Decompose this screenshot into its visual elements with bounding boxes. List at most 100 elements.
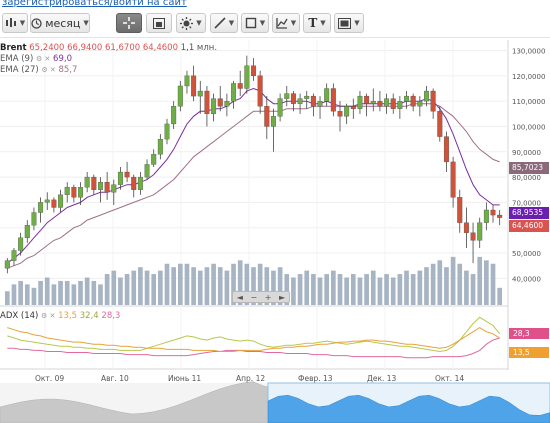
volume-bar [344,277,349,305]
candle-down [290,93,296,104]
indicators-button[interactable]: ▼ [176,13,206,33]
candle-down [204,90,210,114]
candle-up [357,95,363,109]
volume-bar [317,277,323,305]
candle-up [18,237,24,251]
volume-bar [177,263,183,305]
navigator[interactable] [0,381,550,423]
volume-bar [397,274,403,305]
volume-bar [390,277,396,305]
candle-down [124,171,130,178]
adx-controls-icon[interactable]: ⚙ ✕ [41,312,55,320]
ema27-controls-icon[interactable]: ⚙ ✕ [41,66,55,74]
candle-down [443,136,449,163]
pan-zoom-control[interactable]: ◄ − + ► [232,291,290,303]
volume-bar [131,270,137,305]
candle-down [310,95,316,107]
candle-down [364,95,370,104]
period-label: месяц [45,16,81,30]
candle-up [404,95,410,102]
volume-bar [291,277,296,305]
draw-line-button[interactable]: ▼ [210,13,238,33]
login-link[interactable]: зарегистрироваться/войти на сайт [2,0,187,8]
volume-bar [430,263,436,305]
volume-bar [31,287,37,305]
price-tick-label: 50,0000 [512,250,541,258]
candle-up [270,116,276,127]
volume-bar [364,274,369,305]
candle-up [117,171,123,185]
candle-down [470,232,476,241]
zoom-out-icon[interactable]: − [251,293,258,302]
candle-down [257,75,263,107]
chart-type-button[interactable]: ▼ [2,13,28,33]
volume-bar [51,284,57,305]
volume-bar [58,280,63,305]
candle-down [251,65,256,76]
minus-di-tag: 28,3 [509,328,549,339]
volume-bar [24,284,30,305]
screen-layout-button[interactable]: ▼ [334,13,364,33]
candle-down [450,161,456,198]
candle-up [64,187,70,195]
chart-tools-button[interactable]: ▼ [272,13,300,33]
volume-bar [158,270,163,305]
candle-up [84,176,90,188]
chart-tools-icon [276,18,288,29]
draw-line-icon [214,17,226,29]
candle-down [377,101,383,107]
period-selector[interactable]: месяц ▼ [30,13,90,33]
volume-bar [144,270,150,305]
shape-icon [245,17,256,29]
volume-bar [331,270,336,305]
volume-bar [44,277,50,305]
x-label: Окт. 09 [35,374,65,383]
volume-bar [84,277,90,305]
candle-down [430,90,436,112]
crosshair-button[interactable] [116,13,142,33]
ema27-value: 85,7 [58,65,78,75]
price-chart[interactable]: 130,0000 120,0000 110,0000 100,0000 90,0000 8… [0,38,550,423]
candle-up [157,138,163,155]
price-tick-label: 120,0000 [512,73,545,81]
candle-up [224,101,230,107]
shape-button[interactable]: ▼ [241,13,269,33]
volume-bar [417,270,423,305]
candle-down [463,222,469,233]
volume-bar [470,274,476,305]
scroll-left-icon[interactable]: ◄ [237,293,243,302]
high-value: 66,9400 [67,43,103,53]
adx-lines [7,316,501,359]
screen-layout-icon [338,17,352,29]
bar-style-button[interactable] [146,13,172,33]
text-button[interactable]: T ▼ [303,13,331,33]
symbol-name: Brent [0,43,27,53]
price-tick-label: 130,0000 [512,48,545,56]
ema9-controls-icon[interactable]: ⚙ ✕ [36,55,50,63]
candle-up [164,123,170,140]
volume-bar [171,267,176,305]
candle-up [277,98,283,117]
zoom-in-icon[interactable]: + [265,293,272,302]
volume-bar [217,267,223,305]
candle-down [390,98,396,109]
candle-up [297,98,303,104]
volume-bar [497,287,503,305]
volume-bar [437,260,443,305]
close-value: 64,4600 [142,43,178,53]
clock-icon [31,17,42,29]
ema9-label: EMA (9) [0,54,34,64]
candle-down [104,182,110,193]
scroll-right-icon[interactable]: ► [279,293,285,302]
adx-legend: ADX (14) ⚙ ✕ 13,5 32,4 28,3 [0,311,120,321]
candle-up [284,93,290,99]
adx-tag: 13,5 [509,347,549,358]
candle-up [111,184,117,193]
low-value: 61,6700 [104,43,141,53]
candle-up [417,101,423,107]
volume-bar [410,274,416,305]
volume-bar [324,274,330,305]
ema27-line [7,103,500,269]
ema27-label: EMA (27) [0,65,39,75]
candle-up [483,209,489,223]
